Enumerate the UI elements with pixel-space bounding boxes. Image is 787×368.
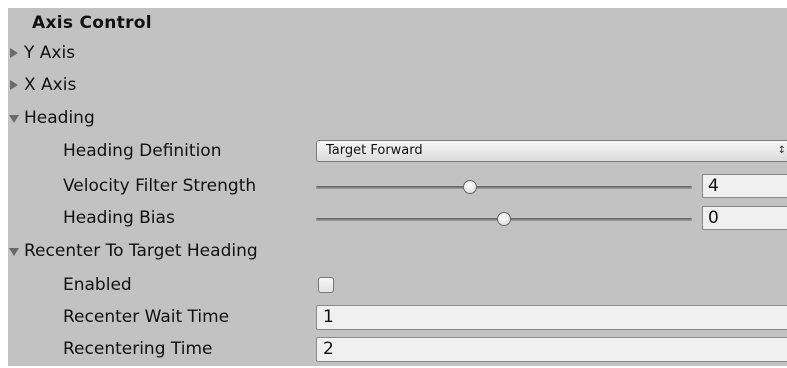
foldout-y-axis-label: Y Axis (24, 43, 76, 63)
recentering-time-row: Recentering Time 2 (8, 334, 787, 364)
foldout-recenter-header[interactable]: Recenter To Target Heading (8, 236, 258, 266)
triangle-down-icon[interactable] (8, 112, 20, 124)
velocity-filter-row: Velocity Filter Strength 4 (8, 171, 787, 201)
foldout-heading-label: Heading (24, 108, 95, 128)
triangle-right-icon[interactable] (8, 47, 20, 59)
enabled-checkbox[interactable] (318, 277, 334, 293)
foldout-x-axis-label: X Axis (24, 75, 77, 95)
enabled-row: Enabled (8, 270, 787, 300)
recentering-time-input[interactable]: 2 (316, 337, 787, 362)
foldout-recenter-label: Recenter To Target Heading (24, 241, 258, 261)
wait-time-row: Recenter Wait Time 1 (8, 302, 787, 332)
velocity-filter-label: Velocity Filter Strength (63, 176, 257, 196)
foldout-recenter[interactable]: Recenter To Target Heading (8, 236, 787, 266)
velocity-filter-slider-track[interactable] (316, 186, 692, 189)
triangle-down-icon[interactable] (8, 245, 20, 257)
heading-bias-input[interactable]: 0 (702, 206, 787, 230)
foldout-y-axis[interactable]: Y Axis (8, 38, 787, 68)
heading-bias-label: Heading Bias (63, 208, 175, 228)
heading-bias-row: Heading Bias 0 (8, 203, 787, 233)
wait-time-label: Recenter Wait Time (63, 307, 230, 327)
foldout-heading[interactable]: Heading (8, 103, 787, 133)
heading-bias-slider-thumb[interactable] (497, 212, 511, 226)
foldout-x-axis-header[interactable]: X Axis (8, 70, 76, 100)
up-down-caret-icon: ↕ (777, 145, 786, 156)
axis-control-panel: Axis Control Y Axis X Axis Heading Headi… (8, 8, 787, 366)
wait-time-input[interactable]: 1 (316, 305, 787, 330)
velocity-filter-slider-thumb[interactable] (463, 180, 478, 194)
recentering-time-label: Recentering Time (63, 339, 213, 359)
triangle-right-icon[interactable] (8, 79, 20, 91)
heading-definition-dropdown[interactable]: Target Forward ↕ (316, 140, 787, 162)
heading-definition-value: Target Forward (326, 143, 423, 158)
enabled-label: Enabled (63, 275, 132, 295)
heading-definition-label: Heading Definition (63, 141, 222, 161)
section-title: Axis Control (32, 13, 152, 33)
heading-definition-row: Heading Definition Target Forward ↕ (8, 136, 787, 166)
foldout-y-axis-header[interactable]: Y Axis (8, 38, 75, 68)
velocity-filter-input[interactable]: 4 (702, 174, 787, 198)
title-row: Axis Control (8, 8, 787, 38)
foldout-heading-header[interactable]: Heading (8, 103, 95, 133)
foldout-x-axis[interactable]: X Axis (8, 70, 787, 100)
